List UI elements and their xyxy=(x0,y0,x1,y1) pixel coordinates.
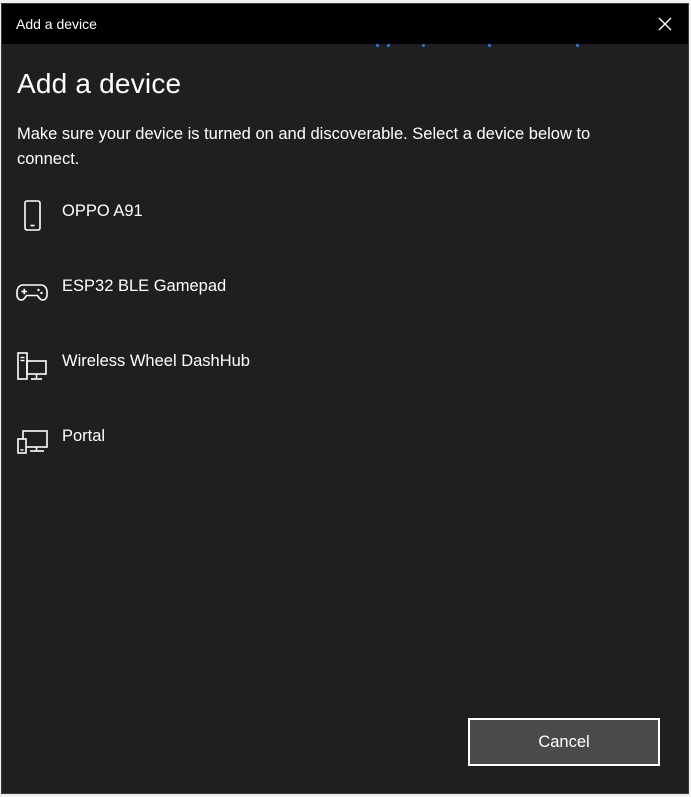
progress-dot xyxy=(387,44,390,47)
progress-dot xyxy=(422,44,425,47)
progress-dot xyxy=(576,44,579,47)
progress-dot xyxy=(488,44,491,47)
gamepad-icon xyxy=(15,274,49,308)
device-label: Wireless Wheel DashHub xyxy=(62,352,250,370)
phone-icon xyxy=(15,199,49,233)
title-bar: Add a device xyxy=(2,4,688,44)
page-title: Add a device xyxy=(17,68,182,99)
device-item-esp32-ble-gamepad[interactable]: ESP32 BLE Gamepad xyxy=(2,262,688,337)
window-title: Add a device xyxy=(16,16,97,32)
device-item-oppo-a91[interactable]: OPPO A91 xyxy=(2,187,688,262)
close-icon xyxy=(658,17,672,31)
cancel-button[interactable]: Cancel xyxy=(468,718,660,766)
device-label: ESP32 BLE Gamepad xyxy=(62,277,227,295)
add-device-dialog: Add a device Add a device Make sure your… xyxy=(1,3,689,794)
device-list: OPPO A91 ESP32 BLE Gamepad Wireless Whee… xyxy=(2,187,688,487)
searching-progress-indicator xyxy=(2,44,688,50)
instructions-text: Make sure your device is turned on and d… xyxy=(17,125,591,168)
device-label: OPPO A91 xyxy=(62,202,143,220)
close-button[interactable] xyxy=(642,4,688,44)
progress-dot xyxy=(376,44,379,47)
device-item-wireless-wheel-dashhub[interactable]: Wireless Wheel DashHub xyxy=(2,337,688,412)
desktop-computer-icon xyxy=(15,349,49,383)
device-label: Portal xyxy=(62,427,106,445)
device-item-portal[interactable]: Portal xyxy=(2,412,688,487)
display-device-icon xyxy=(15,424,49,458)
